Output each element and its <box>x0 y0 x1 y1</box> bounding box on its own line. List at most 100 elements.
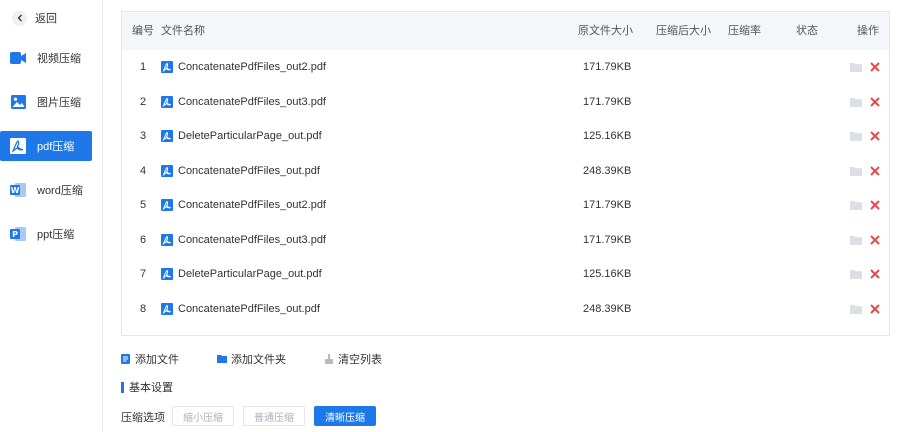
option-normal-compress[interactable]: 普通压缩 <box>243 406 305 426</box>
ppt-icon: P <box>10 226 26 242</box>
file-table: 编号 文件名称 原文件大小 压缩后大小 压缩率 状态 操作 1 Concaten… <box>121 11 890 336</box>
clear-list-label: 清空列表 <box>338 354 382 366</box>
sidebar-item-label: pdf压缩 <box>37 141 75 153</box>
chevron-left-icon <box>12 10 27 26</box>
sidebar-item-pdf[interactable]: pdf压缩 <box>0 131 92 161</box>
sidebar: 返回 视频压缩 图片压缩 pdf压缩 W word压缩 P ppt压缩 <box>0 0 103 432</box>
delete-icon[interactable] <box>870 97 880 107</box>
header-actions: 操作 <box>857 25 879 37</box>
file-size: 125.16KB <box>583 130 632 143</box>
delete-icon[interactable] <box>870 166 880 176</box>
delete-icon[interactable] <box>870 235 880 245</box>
sidebar-item-label: word压缩 <box>37 185 83 197</box>
open-folder-icon[interactable] <box>850 304 862 314</box>
table-row: 7 DeleteParticularPage_out.pdf 125.16KB <box>122 257 889 292</box>
open-folder-icon[interactable] <box>850 97 862 107</box>
header-orig-size: 原文件大小 <box>578 25 633 37</box>
row-actions <box>850 131 880 142</box>
back-label: 返回 <box>35 13 57 25</box>
file-size: 171.79KB <box>583 233 632 246</box>
file-size: 248.39KB <box>583 164 632 177</box>
row-num: 7 <box>139 268 147 281</box>
delete-icon[interactable] <box>870 131 880 141</box>
row-num: 5 <box>139 199 147 212</box>
file-icon <box>121 354 131 364</box>
delete-icon[interactable] <box>870 304 880 314</box>
pdf-file-icon <box>161 130 173 143</box>
file-name: ConcatenatePdfFiles_out.pdf <box>178 302 320 315</box>
file-cell: ConcatenatePdfFiles_out3.pdf <box>161 95 326 108</box>
pdf-file-icon <box>161 233 173 246</box>
open-folder-icon[interactable] <box>850 200 862 211</box>
delete-icon[interactable] <box>870 62 880 72</box>
file-name: ConcatenatePdfFiles_out.pdf <box>178 164 320 177</box>
option-shrink-compress[interactable]: 缩小压缩 <box>172 406 234 426</box>
file-cell: ConcatenatePdfFiles_out2.pdf <box>161 61 326 74</box>
row-actions <box>850 200 880 211</box>
file-name: DeleteParticularPage_out.pdf <box>178 268 322 281</box>
option-clear-compress[interactable]: 清晰压缩 <box>314 406 376 426</box>
file-name: ConcatenatePdfFiles_out3.pdf <box>178 95 326 108</box>
header-status: 状态 <box>796 25 818 37</box>
row-num: 3 <box>139 130 147 143</box>
open-folder-icon[interactable] <box>850 269 862 280</box>
header-num: 编号 <box>132 25 154 37</box>
delete-icon[interactable] <box>870 269 880 279</box>
open-folder-icon[interactable] <box>850 131 862 142</box>
header-ratio: 压缩率 <box>728 25 761 37</box>
back-button[interactable]: 返回 <box>12 8 57 28</box>
add-file-button[interactable]: 添加文件 <box>121 351 179 367</box>
sidebar-item-word[interactable]: W word压缩 <box>0 175 92 205</box>
open-folder-icon[interactable] <box>850 235 862 245</box>
file-size: 248.39KB <box>583 302 632 315</box>
file-size: 171.79KB <box>583 61 632 74</box>
file-cell: ConcatenatePdfFiles_out3.pdf <box>161 233 326 246</box>
image-icon <box>10 94 26 110</box>
row-actions <box>850 269 880 280</box>
row-actions <box>850 304 880 314</box>
delete-icon[interactable] <box>870 200 880 210</box>
file-name: ConcatenatePdfFiles_out3.pdf <box>178 233 326 246</box>
open-folder-icon[interactable] <box>850 166 862 176</box>
sidebar-item-image[interactable]: 图片压缩 <box>0 87 92 117</box>
file-cell: ConcatenatePdfFiles_out.pdf <box>161 164 320 177</box>
sidebar-item-label: 视频压缩 <box>37 53 81 65</box>
pdf-file-icon <box>161 164 173 177</box>
row-num: 2 <box>139 95 147 108</box>
video-icon <box>10 50 26 66</box>
sidebar-item-ppt[interactable]: P ppt压缩 <box>0 219 92 249</box>
file-size: 171.79KB <box>583 95 632 108</box>
table-row: 3 DeleteParticularPage_out.pdf 125.16KB <box>122 119 889 154</box>
add-folder-label: 添加文件夹 <box>231 354 286 366</box>
pdf-file-icon <box>161 95 173 108</box>
file-cell: DeleteParticularPage_out.pdf <box>161 268 322 281</box>
file-size: 171.79KB <box>583 199 632 212</box>
sidebar-item-video[interactable]: 视频压缩 <box>0 43 92 73</box>
file-cell: ConcatenatePdfFiles_out2.pdf <box>161 199 326 212</box>
pdf-file-icon <box>161 302 173 315</box>
add-folder-button[interactable]: 添加文件夹 <box>217 351 286 367</box>
row-num: 6 <box>139 233 147 246</box>
clear-list-button[interactable]: 清空列表 <box>324 351 382 367</box>
compression-option-label: 压缩选项 <box>121 412 165 424</box>
table-row: 2 ConcatenatePdfFiles_out3.pdf 171.79KB <box>122 85 889 120</box>
file-cell: ConcatenatePdfFiles_out.pdf <box>161 302 320 315</box>
svg-text:P: P <box>12 230 18 239</box>
table-row: 5 ConcatenatePdfFiles_out2.pdf 171.79KB <box>122 188 889 223</box>
table-row: 8 ConcatenatePdfFiles_out.pdf 248.39KB <box>122 292 889 327</box>
basic-settings-title: 基本设置 <box>121 379 173 395</box>
header-name: 文件名称 <box>161 25 205 37</box>
open-folder-icon[interactable] <box>850 62 862 73</box>
table-row: 1 ConcatenatePdfFiles_out2.pdf 171.79KB <box>122 50 889 85</box>
word-icon: W <box>10 182 26 198</box>
section-title-text: 基本设置 <box>129 382 173 394</box>
file-size: 125.16KB <box>583 268 632 281</box>
pdf-file-icon <box>161 268 173 281</box>
row-num: 4 <box>139 164 147 177</box>
file-cell: DeleteParticularPage_out.pdf <box>161 130 322 143</box>
svg-text:W: W <box>11 186 20 195</box>
row-actions <box>850 62 880 73</box>
add-file-label: 添加文件 <box>135 354 179 366</box>
sidebar-item-label: 图片压缩 <box>37 97 81 109</box>
row-num: 8 <box>139 302 147 315</box>
